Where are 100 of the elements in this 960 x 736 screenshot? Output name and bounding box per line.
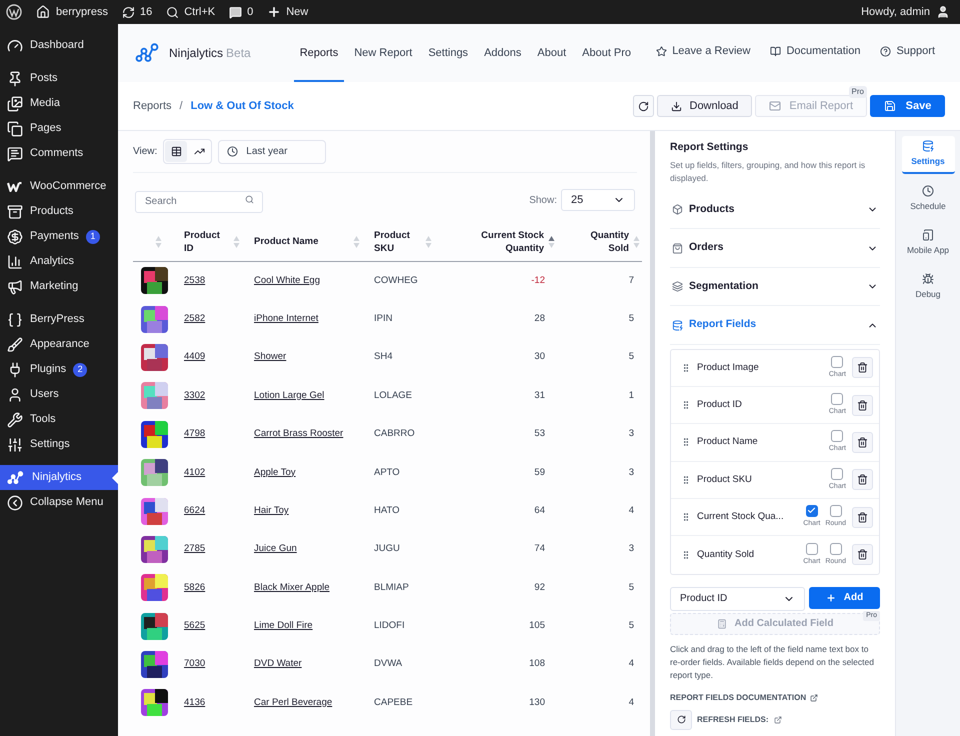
sidebar-item[interactable]: Ninjalytics [0,465,118,490]
nav-tab[interactable]: About [531,24,572,82]
header-link[interactable]: Support [880,42,935,60]
accordion-header[interactable]: Orders [670,229,880,268]
product-name-link[interactable]: iPhone Internet [254,312,318,324]
product-id-link[interactable]: 5826 [184,582,206,593]
drag-handle-icon[interactable] [681,474,691,485]
product-name-link[interactable]: Car Perl Beverage [254,696,332,708]
sidebar-item[interactable]: Settings [0,432,118,457]
drag-handle-icon[interactable] [681,362,691,373]
refresh-button[interactable] [632,95,654,117]
date-range-button[interactable]: Last year [218,140,326,164]
delete-button[interactable] [852,432,873,453]
field-select[interactable]: Product ID [670,586,805,611]
save-button[interactable]: Save [870,95,945,117]
checkbox[interactable] [831,392,844,405]
product-id-link[interactable]: 2538 [184,274,206,286]
product-id-link[interactable]: 4102 [184,466,206,478]
sidebar-item[interactable]: Media [0,91,118,116]
sidebar-item[interactable]: Appearance [0,332,118,357]
product-id-link[interactable]: 2582 [184,312,206,324]
product-name-link[interactable]: Hair Toy [254,504,289,516]
header-link[interactable]: Leave a Review [656,42,750,60]
updates-link[interactable]: 16 [122,4,152,20]
breadcrumb-link[interactable]: Reports [133,98,172,114]
delete-button[interactable] [852,506,873,528]
sidebar-item[interactable]: Products [0,199,118,224]
drag-handle-icon[interactable] [681,550,691,560]
side-tab[interactable]: Schedule [902,180,954,218]
sidebar-item[interactable]: Posts [0,66,118,91]
nav-tab[interactable]: About Pro [576,24,638,82]
checkbox[interactable] [831,356,844,368]
sidebar-item[interactable]: Dashboard [0,33,118,58]
product-name-link[interactable]: Cool White Egg [254,274,320,286]
product-id-link[interactable]: 3302 [184,390,206,401]
nav-tab[interactable]: Addons [478,24,528,82]
refresh-fields-button[interactable] [670,710,692,730]
drag-handle-icon[interactable] [681,400,691,410]
search-link[interactable]: Ctrl+K [166,4,216,20]
site-link[interactable]: berrypress [36,4,108,20]
product-name-link[interactable]: Apple Toy [254,466,296,478]
field-name: Quantity Sold [697,548,756,562]
product-id-link[interactable]: 5625 [184,620,206,632]
delete-button[interactable] [852,469,873,490]
product-name-link[interactable]: Black Mixer Apple [254,582,330,593]
product-name-link[interactable]: Carrot Brass Rooster [254,428,344,440]
checkbox[interactable] [830,504,842,517]
accordion-header[interactable]: Products [670,190,880,230]
checkbox[interactable] [806,542,818,555]
page-size-select[interactable]: 25 [561,189,635,212]
delete-button[interactable] [852,394,873,416]
sidebar-item[interactable]: Users [0,382,118,407]
side-tab[interactable]: Mobile App [902,224,954,262]
sidebar-item[interactable]: Analytics [0,249,118,274]
sidebar-item[interactable]: Payments 1 [0,224,118,249]
product-name-link[interactable]: Lotion Large Gel [254,390,324,401]
sidebar-item[interactable]: Comments [0,141,118,166]
checkbox[interactable] [806,504,818,517]
side-tab[interactable]: Debug [902,268,954,306]
product-id-link[interactable]: 4136 [184,696,206,708]
product-name-link[interactable]: DVD Water [254,658,302,670]
header-link[interactable]: Documentation [770,42,860,60]
product-id-link[interactable]: 4409 [184,351,206,362]
checkbox[interactable] [831,430,844,442]
drag-handle-icon[interactable] [681,512,691,522]
sidebar-item[interactable]: BerryPress [0,307,118,332]
product-id-link[interactable]: 7030 [184,658,206,670]
documentation-link[interactable]: REPORT FIELDS DOCUMENTATION [670,692,880,704]
accordion-header[interactable]: Report Fields [670,306,880,345]
sidebar-item[interactable]: Collapse Menu [0,490,118,515]
new-link[interactable]: New [267,4,308,20]
checkbox[interactable] [830,542,842,555]
view-mode-button[interactable] [165,141,188,162]
product-id-link[interactable]: 2785 [184,543,206,554]
delete-button[interactable] [852,357,873,378]
sidebar-item[interactable]: Marketing [0,274,118,299]
product-name-link[interactable]: Shower [254,351,286,362]
product-id-link[interactable]: 4798 [184,428,206,440]
delete-button[interactable] [852,544,873,566]
nav-tab[interactable]: New Report [348,24,418,82]
account-link[interactable]: Howdy, admin [861,4,954,20]
wordpress-logo-icon[interactable] [6,4,22,20]
product-name-link[interactable]: Juice Gun [254,543,297,554]
accordion-header[interactable]: Segmentation [670,268,880,306]
nav-tab[interactable]: Reports [294,24,344,82]
drag-handle-icon[interactable] [681,437,691,448]
comments-link[interactable]: 0 [229,4,254,20]
sidebar-item[interactable]: WooCommerce [0,174,118,199]
download-button[interactable]: Download [656,95,752,117]
add-button[interactable]: Add [809,586,880,609]
side-tab[interactable]: Settings [902,136,954,174]
product-name-link[interactable]: Lime Doll Fire [254,620,313,632]
nav-tab[interactable]: Settings [422,24,474,82]
sidebar-item[interactable]: Tools [0,407,118,432]
search-field[interactable]: Search [135,190,263,212]
sidebar-item[interactable]: Pages [0,116,118,141]
checkbox[interactable] [831,468,844,480]
sort-icon[interactable] [548,234,555,249]
sidebar-item[interactable]: Plugins 2 [0,357,118,382]
product-id-link[interactable]: 6624 [184,504,206,516]
